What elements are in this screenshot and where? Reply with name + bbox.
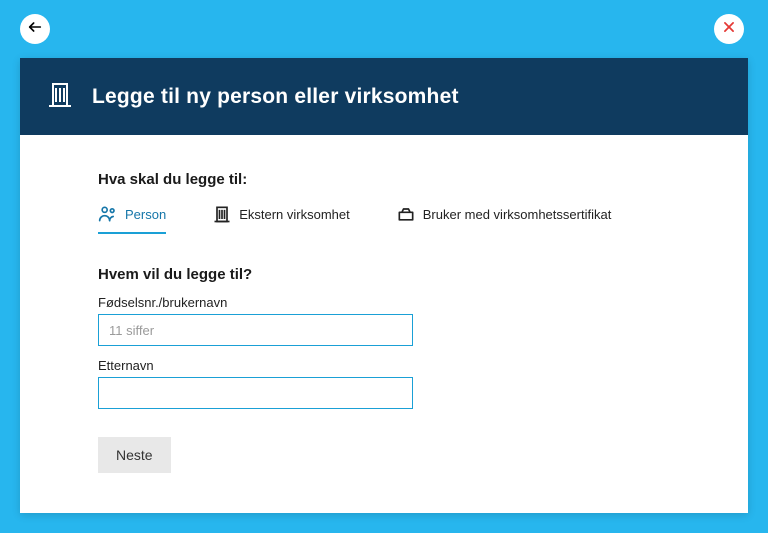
next-button[interactable]: Neste [98, 437, 171, 473]
add-entity-dialog: Legge til ny person eller virksomhet Hva… [20, 58, 748, 513]
form-heading: Hvem vil du legge til? [98, 266, 670, 283]
close-icon [722, 20, 736, 39]
tab-label: Bruker med virksomhetssertifikat [423, 207, 612, 222]
certificate-device-icon [396, 204, 416, 224]
tab-person[interactable]: Person [98, 204, 166, 232]
tab-bruker-sertifikat[interactable]: Bruker med virksomhetssertifikat [396, 204, 612, 232]
dialog-title: Legge til ny person eller virksomhet [92, 85, 459, 109]
tab-label: Person [125, 207, 166, 222]
building-small-icon [212, 204, 232, 224]
etternavn-input[interactable] [98, 377, 413, 409]
building-icon [44, 78, 76, 115]
people-icon [98, 204, 118, 224]
field-label-etternavn: Etternavn [98, 358, 670, 373]
close-button[interactable] [714, 14, 744, 44]
back-button[interactable] [20, 14, 50, 44]
type-tabs: Person Ekstern virksomhet Bruker med vir… [98, 204, 670, 232]
type-section-label: Hva skal du legge til: [98, 171, 670, 188]
arrow-left-icon [27, 19, 43, 40]
dialog-header: Legge til ny person eller virksomhet [20, 58, 748, 135]
field-label-fnr: Fødselsnr./brukernavn [98, 295, 670, 310]
dialog-body: Hva skal du legge til: Person Ekstern vi… [20, 135, 748, 499]
fnr-input[interactable] [98, 314, 413, 346]
tab-ekstern-virksomhet[interactable]: Ekstern virksomhet [212, 204, 350, 232]
tab-label: Ekstern virksomhet [239, 207, 350, 222]
